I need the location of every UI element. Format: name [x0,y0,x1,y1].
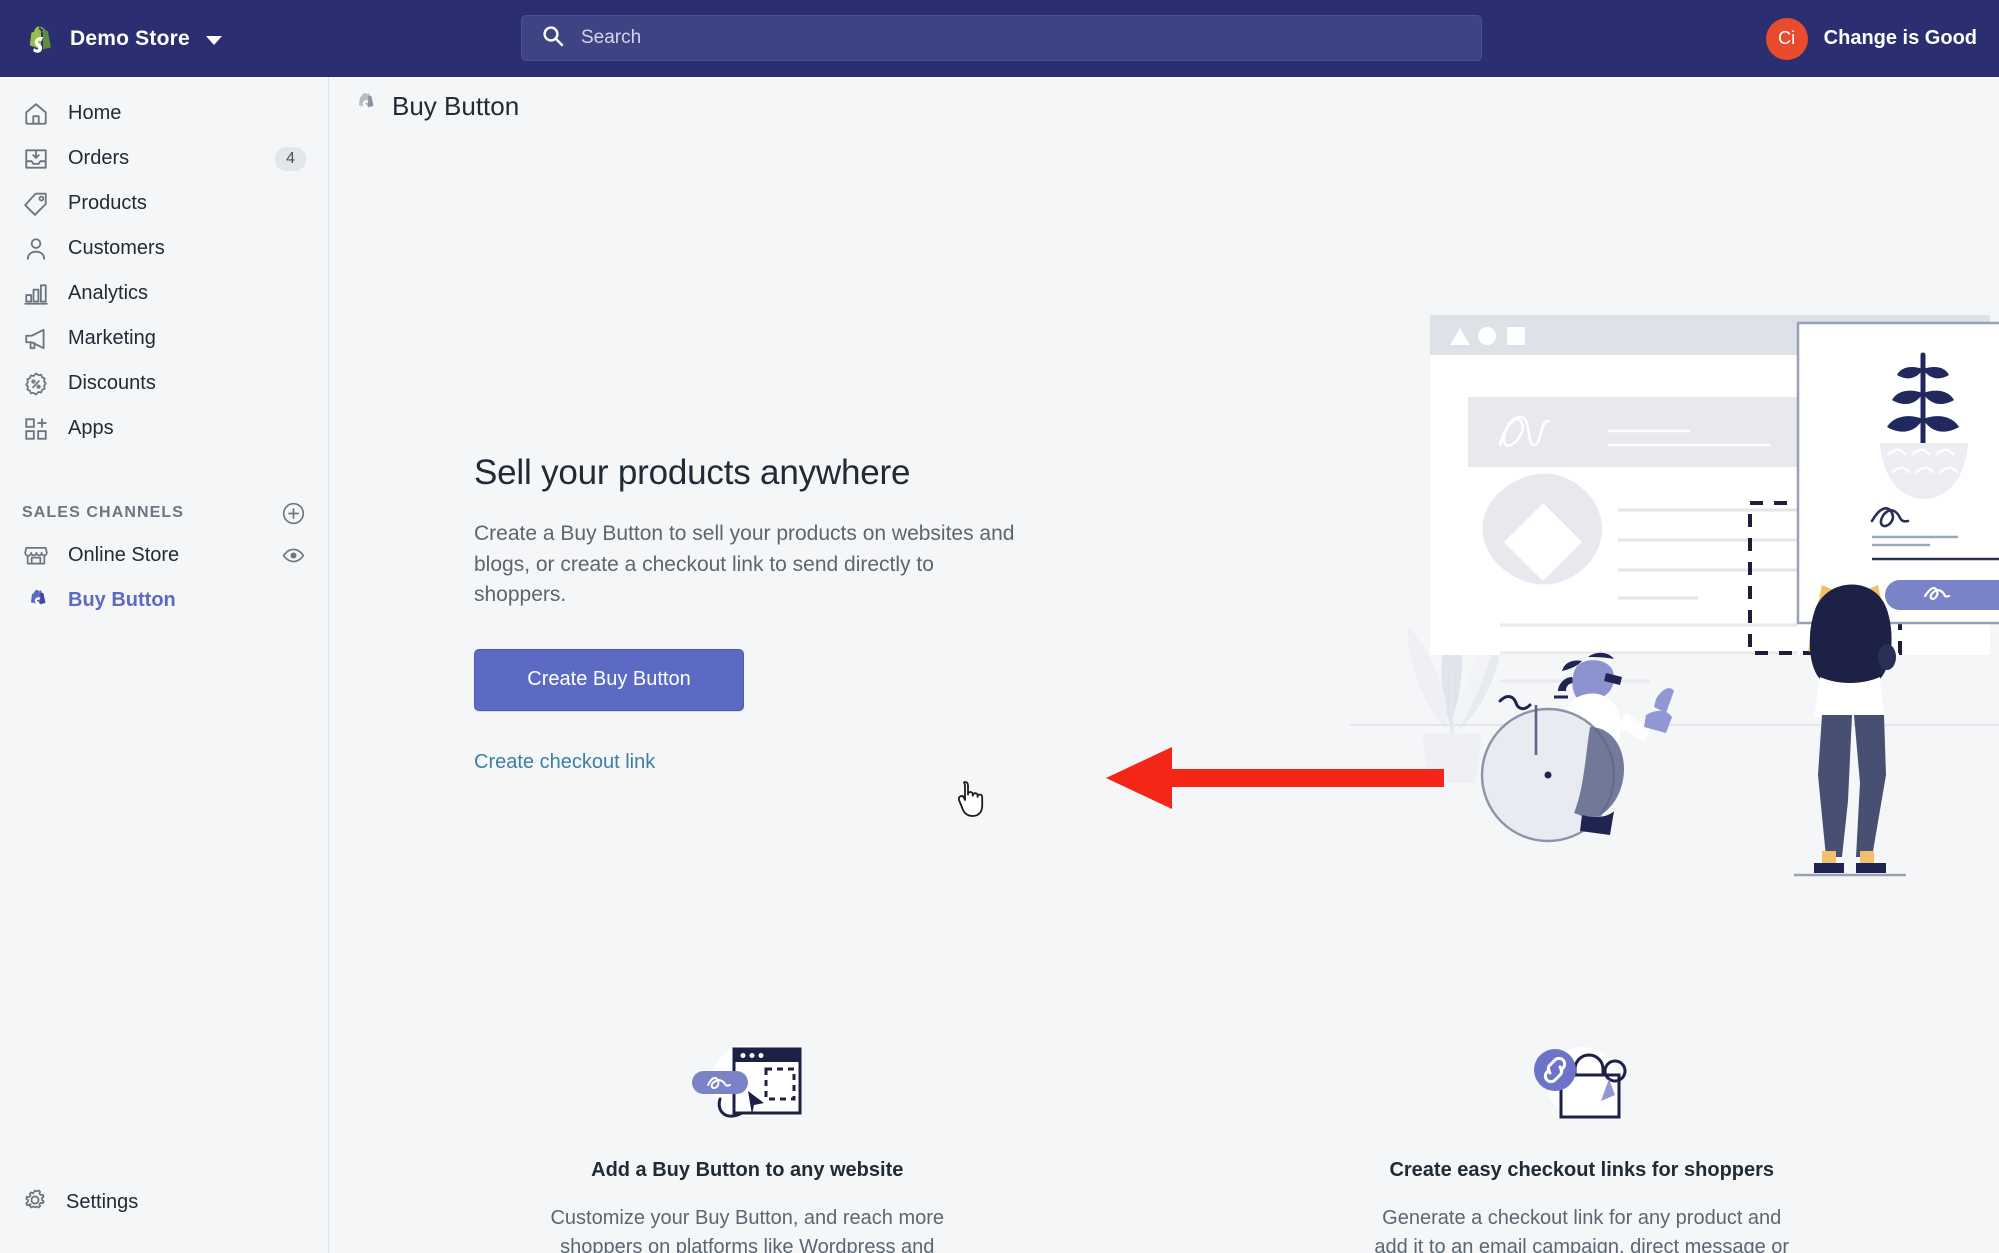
shopify-logo-icon [18,19,56,59]
discounts-percent-icon [22,370,50,398]
hero-illustration [1350,285,1999,945]
sidebar-item-label: Products [68,192,147,214]
sidebar-item-online-store[interactable]: Online Store [0,533,328,578]
sidebar-item-label: Orders [68,147,130,169]
customers-person-icon [22,235,50,263]
feature-cards: Add a Buy Button to any website Customiz… [330,1037,1999,1253]
sidebar-item-buy-button[interactable]: Buy Button [0,578,328,623]
mouse-cursor-icon [957,780,987,820]
sidebar-item-label: Analytics [68,282,149,304]
shopify-bag-icon [352,91,376,122]
orders-icon [22,145,50,173]
create-checkout-link[interactable]: Create checkout link [474,751,655,774]
section-title: SALES CHANNELS [22,504,185,521]
marketing-megaphone-icon [22,325,50,353]
hero-heading: Sell your products anywhere [474,453,911,492]
hero-body: Create a Buy Button to sell your product… [474,522,1015,607]
sales-channels-header: SALES CHANNELS [0,493,328,533]
home-icon [22,100,50,128]
annotation-arrow-icon [1106,747,1446,814]
orders-badge: 4 [275,146,306,171]
main-content: Buy Button Sell your products anywhere C… [330,77,1999,1253]
products-tag-icon [22,190,50,218]
sidebar-item-label: Buy Button [68,589,176,611]
sidebar-item-label: Settings [66,1191,139,1213]
plus-circle-icon[interactable] [281,501,306,526]
shopping-bag-link-icon [1205,1037,1960,1133]
sidebar-item-label: Online Store [68,544,180,566]
hero-section: Sell your products anywhere Create a Buy… [330,135,1999,935]
sidebar-item-label: Apps [68,417,114,439]
sidebar-item-label: Marketing [68,327,156,349]
apps-grid-plus-icon [22,415,50,443]
feature-card: Create easy checkout links for shoppers … [1165,1037,1999,1253]
feature-card: Add a Buy Button to any website Customiz… [330,1037,1165,1253]
sidebar-item-settings[interactable]: Settings [0,1180,328,1225]
gear-icon [22,1187,48,1218]
feature-description: Generate a checkout link for any product… [1374,1207,1790,1253]
shopify-bag-icon [22,587,50,615]
feature-title: Create easy checkout links for shoppers [1389,1159,1775,1181]
primary-nav: Home Orders 4 Products Customers Analyti… [0,77,328,451]
sidebar-item-products[interactable]: Products [0,181,328,226]
feature-description: Customize your Buy Button, and reach mor… [550,1207,945,1253]
sidebar-item-home[interactable]: Home [0,91,328,136]
global-search[interactable] [521,15,1482,61]
sidebar-item-orders[interactable]: Orders 4 [0,136,328,181]
sidebar-item-marketing[interactable]: Marketing [0,316,328,361]
sidebar: Home Orders 4 Products Customers Analyti… [0,77,329,1253]
sidebar-item-discounts[interactable]: Discounts [0,361,328,406]
top-bar: Demo Store Ci Change is Good [0,0,1999,77]
search-icon [541,24,565,53]
feature-title: Add a Buy Button to any website [591,1159,904,1181]
sidebar-item-customers[interactable]: Customers [0,226,328,271]
chevron-down-icon[interactable] [205,36,222,45]
sidebar-item-label: Discounts [68,372,156,394]
sidebar-item-label: Home [68,102,122,124]
store-name: Demo Store [70,26,190,50]
account-menu[interactable]: Ci Change is Good [1765,0,1977,77]
sidebar-item-analytics[interactable]: Analytics [0,271,328,316]
account-name: Change is Good [1823,27,1977,49]
create-buy-button[interactable]: Create Buy Button [474,648,744,711]
sidebar-item-label: Customers [68,237,165,259]
page-header: Buy Button [330,77,1999,135]
hero-text: Sell your products anywhere Create a Buy… [474,453,1034,774]
search-input[interactable] [581,27,1431,49]
page-title: Buy Button [392,90,520,121]
sidebar-item-apps[interactable]: Apps [0,406,328,451]
storefront-icon [22,542,50,570]
browser-embed-icon [370,1037,1125,1133]
store-switcher[interactable]: Demo Store [0,0,329,77]
eye-icon[interactable] [281,543,306,568]
avatar: Ci [1765,17,1808,60]
analytics-bar-chart-icon [22,280,50,308]
